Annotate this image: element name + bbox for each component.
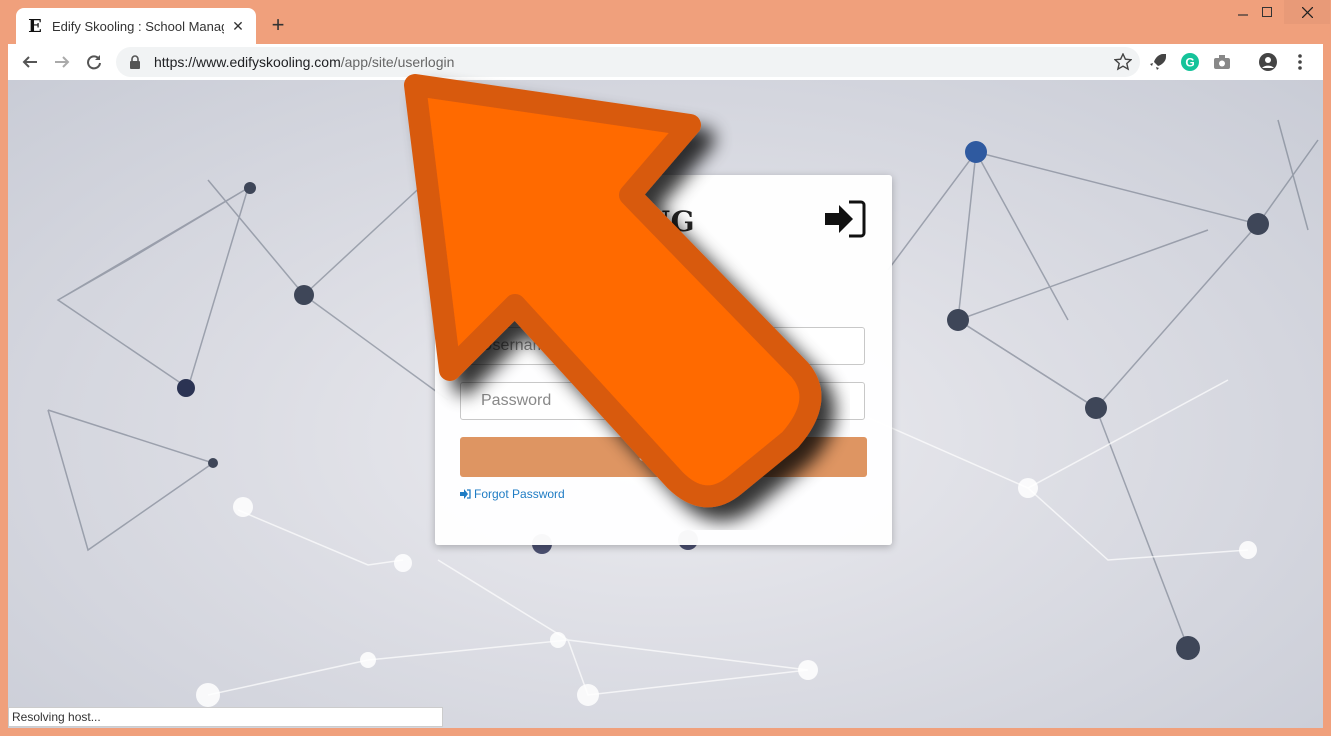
- camera-extension-icon[interactable]: [1212, 52, 1232, 72]
- orange-arrow-icon: [404, 74, 822, 508]
- reload-icon: [87, 55, 101, 70]
- forward-icon: [55, 56, 70, 68]
- status-bar: Resolving host...: [8, 707, 443, 727]
- new-tab-button[interactable]: +: [266, 12, 290, 38]
- forward-button[interactable]: [50, 50, 74, 74]
- browser-window: E Edify Skooling : School Managem ✕ + ht…: [0, 0, 1331, 736]
- grammarly-icon[interactable]: G: [1180, 52, 1200, 72]
- edify-favicon-icon: E: [28, 15, 42, 37]
- reload-button[interactable]: [82, 50, 106, 74]
- minimize-icon: [1238, 14, 1248, 16]
- star-icon[interactable]: [1114, 53, 1132, 71]
- back-button[interactable]: [18, 50, 42, 74]
- close-tab-icon[interactable]: ✕: [230, 18, 246, 35]
- tab-title: Edify Skooling : School Managem: [52, 18, 224, 34]
- close-window-button[interactable]: [1284, 0, 1330, 24]
- url-host: https://www.edifyskooling.com: [154, 54, 341, 70]
- menu-icon[interactable]: [1290, 52, 1310, 72]
- tab-strip: E Edify Skooling : School Managem ✕ +: [0, 0, 1331, 44]
- url-path: /app/site/userlogin: [340, 54, 455, 70]
- svg-text:G: G: [1185, 56, 1194, 70]
- rocket-extension-icon[interactable]: [1148, 52, 1168, 72]
- profile-icon[interactable]: [1258, 52, 1278, 72]
- close-window-icon: [1301, 6, 1313, 18]
- maximize-icon: [1262, 7, 1272, 17]
- maximize-button[interactable]: [1252, 0, 1282, 24]
- browser-tab[interactable]: E Edify Skooling : School Managem ✕: [16, 8, 256, 44]
- back-icon: [22, 56, 37, 68]
- lock-icon: [130, 55, 140, 69]
- url-text: https://www.edifyskooling.com/app/site/u…: [154, 54, 454, 70]
